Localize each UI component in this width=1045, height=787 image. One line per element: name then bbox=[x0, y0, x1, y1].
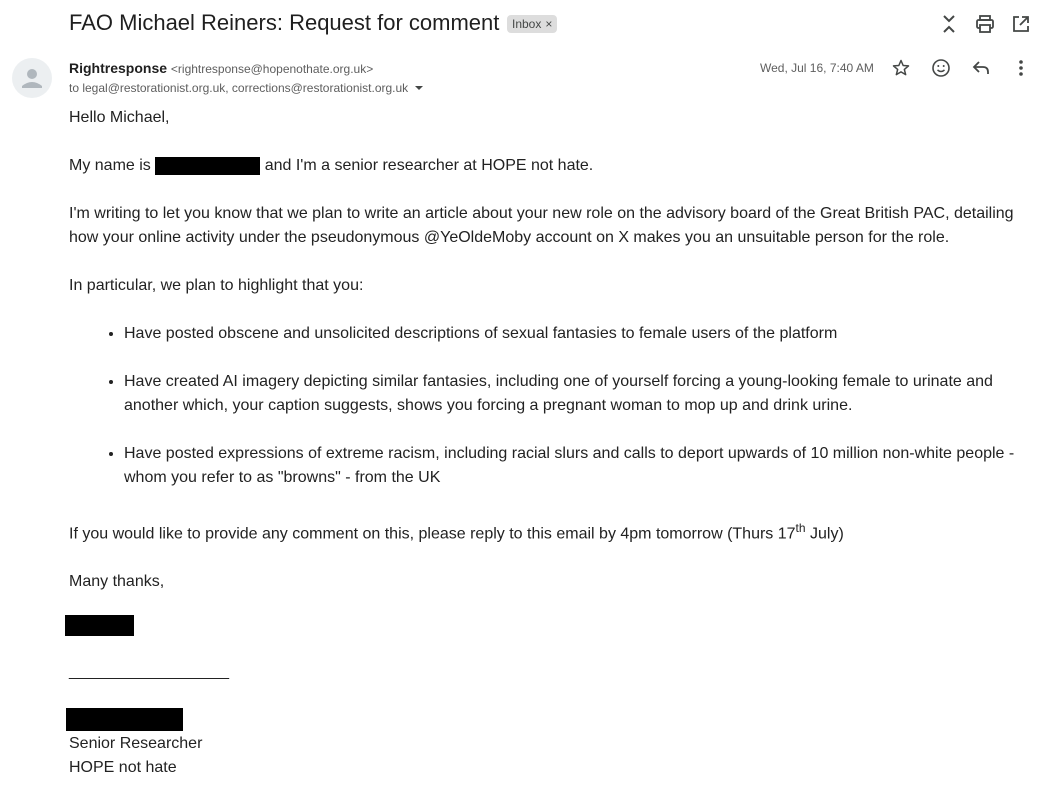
redacted-signature-block bbox=[66, 708, 183, 731]
recipients-text: to legal@restorationist.org.uk, correcti… bbox=[69, 81, 409, 95]
signature-separator: ___________________ bbox=[69, 663, 229, 680]
star-icon[interactable] bbox=[889, 56, 913, 80]
comment-request: If you would like to provide any comment… bbox=[69, 516, 1029, 546]
collapse-icon[interactable] bbox=[937, 12, 961, 36]
list-item: Have posted obscene and unsolicited desc… bbox=[124, 322, 1029, 346]
show-details-dropdown-icon[interactable] bbox=[414, 83, 424, 93]
person-icon bbox=[22, 69, 42, 88]
intro-text-start: My name is bbox=[69, 157, 156, 174]
open-in-new-window-icon[interactable] bbox=[1009, 12, 1033, 36]
comment-superscript: th bbox=[795, 521, 806, 535]
redacted-name bbox=[155, 156, 261, 175]
reply-icon[interactable] bbox=[969, 56, 993, 80]
redacted-signature-name bbox=[65, 615, 134, 636]
sender-email: <rightresponse@hopenothate.org.uk> bbox=[170, 62, 374, 76]
closing: Many thanks, bbox=[69, 573, 165, 591]
signature-organization: HOPE not hate bbox=[69, 759, 177, 776]
message-date: Wed, Jul 16, 7:40 AM bbox=[760, 61, 874, 75]
signature-title: Senior Researcher bbox=[69, 735, 203, 752]
intro-paragraph: My name is and I'm a senior researcher a… bbox=[69, 154, 1029, 178]
purpose-paragraph: I'm writing to let you know that we plan… bbox=[69, 205, 1014, 246]
recipients-line: to legal@restorationist.org.uk, correcti… bbox=[69, 81, 424, 95]
more-vert-icon[interactable] bbox=[1009, 56, 1033, 80]
inbox-label-text: Inbox bbox=[512, 17, 542, 31]
email-subject: FAO Michael Reiners: Request for comment bbox=[69, 10, 500, 35]
remove-label-icon[interactable]: × bbox=[545, 17, 552, 31]
list-item: Have created AI imagery depicting simila… bbox=[124, 370, 1029, 418]
emoji-icon[interactable] bbox=[929, 56, 953, 80]
sender-line: Rightresponse <rightresponse@hopenothate… bbox=[69, 60, 373, 76]
sender-avatar bbox=[12, 58, 52, 98]
greeting: Hello Michael, bbox=[69, 109, 170, 126]
intro-text-end: and I'm a senior researcher at HOPE not … bbox=[260, 157, 594, 174]
allegations-list: Have posted obscene and unsolicited desc… bbox=[69, 322, 1029, 490]
print-icon[interactable] bbox=[973, 12, 997, 36]
message-body: Hello Michael, My name is and I'm a seni… bbox=[69, 106, 1029, 594]
sender-name[interactable]: Rightresponse bbox=[69, 60, 167, 76]
list-item: Have posted expressions of extreme racis… bbox=[124, 442, 1029, 490]
inbox-label-badge[interactable]: Inbox × bbox=[507, 15, 558, 33]
comment-text-end: July) bbox=[805, 525, 844, 543]
highlight-intro: In particular, we plan to highlight that… bbox=[69, 277, 364, 294]
comment-text-start: If you would like to provide any comment… bbox=[69, 525, 796, 543]
